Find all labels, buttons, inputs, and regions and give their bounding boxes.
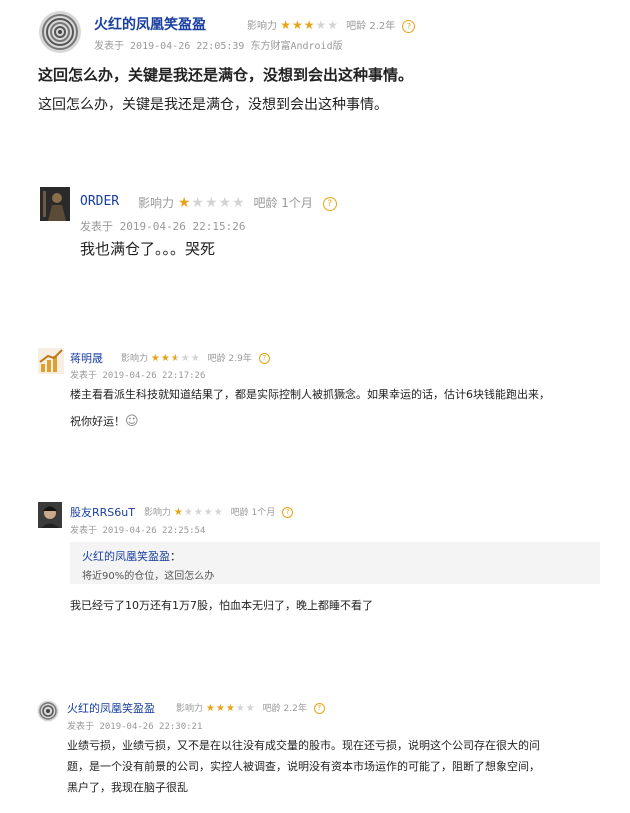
quoted-text: 将近90%的仓位，这回怎么办 <box>82 571 215 582</box>
influence-label: 影响力 <box>121 354 149 364</box>
user-meta: 影响力 ★★★★★ 吧龄 1个月 ? <box>138 194 337 211</box>
user-meta: 影响力 ★★★★★ 吧龄 1个月 ? <box>144 505 294 518</box>
post-date: 发表于 2019-04-26 22:25:54 <box>70 526 206 536</box>
influence-stars: ★★★★★ <box>173 507 224 518</box>
help-icon[interactable]: ? <box>258 353 270 364</box>
user-meta: 影响力 ★★★★★ 吧龄 2.2年 ? <box>176 701 325 714</box>
influence-label: 影响力 <box>176 704 204 714</box>
post-title: 这回怎么办，关键是我还是满仓，没想到会出这种事情。 <box>38 66 414 84</box>
help-icon[interactable]: ? <box>402 19 416 33</box>
sticker-icon: ☺ <box>125 414 139 429</box>
post-body-line: 祝你好运！☺ <box>70 414 139 429</box>
post-1: 火红的凤凰笑盈盈 影响力 ★★★★★ 吧龄 2.2年 ? 发表于 2019-04… <box>0 0 630 120</box>
age-value: 2.2年 <box>283 704 307 714</box>
age-label: 吧龄 <box>253 196 278 210</box>
post-body-line: 业绩亏损，业绩亏损，又不是在以往没有成交量的股市。现在还亏损，说明这个公司存在很… <box>67 739 540 752</box>
spiral-avatar-icon[interactable] <box>37 700 59 722</box>
post-date: 发表于 2019-04-26 22:05:39 东方财富Android版 <box>94 41 343 52</box>
face-avatar-icon[interactable] <box>38 502 62 528</box>
help-icon[interactable]: ? <box>282 507 294 518</box>
post-body: 我已经亏了10万还有1万7股，怕血本无归了，晚上都睡不看了 <box>70 599 373 612</box>
age-value: 2.9年 <box>228 354 252 364</box>
username[interactable]: 股友RRS6uT <box>70 504 135 520</box>
post-body: 我也满仓了。。。哭死 <box>80 240 216 258</box>
post-body-line: 题，是一个没有前景的公司，实控人被调查，说明没有资本市场运作的可能了，阻断了想象… <box>67 760 540 773</box>
post-date: 发表于 2019-04-26 22:30:21 <box>67 722 203 732</box>
quoted-reply: 火红的凤凰笑盈盈： 将近90%的仓位，这回怎么办 <box>70 542 600 584</box>
chart-avatar-icon[interactable] <box>38 348 64 374</box>
spiral-avatar-icon[interactable] <box>38 10 82 54</box>
help-icon[interactable]: ? <box>322 196 337 211</box>
quoted-user[interactable]: 火红的凤凰笑盈盈： <box>82 548 181 564</box>
age-value: 1个月 <box>281 196 313 210</box>
post-3: 蒋明晟 影响力 ★★★★★ 吧龄 2.9年 ? 发表于 2019-04-26 2… <box>0 340 630 440</box>
age-value: 1个月 <box>251 508 276 518</box>
influence-stars: ★★★★★ <box>150 353 201 364</box>
post-body-line: 楼主看看派生科技就知道结果了，都是实际控制人被抓獗念。如果幸运的话，估计6块钱能… <box>70 388 550 401</box>
influence-label: 影响力 <box>144 508 172 518</box>
username[interactable]: 蒋明晟 <box>70 350 103 366</box>
post-2: ORDER 影响力 ★★★★★ 吧龄 1个月 ? 发表于 2019-04-26 … <box>0 180 630 270</box>
influence-label: 影响力 <box>247 21 277 32</box>
age-value: 2.2年 <box>369 21 396 32</box>
post-body: 这回怎么办，关键是我还是满仓，没想到会出这种事情。 <box>38 97 388 113</box>
age-label: 吧龄 <box>230 508 249 518</box>
influence-label: 影响力 <box>138 196 175 210</box>
username[interactable]: ORDER <box>80 194 119 209</box>
post-date: 发表于 2019-04-26 22:17:26 <box>70 371 206 381</box>
influence-stars: ★★★★★ <box>205 703 256 714</box>
user-meta: 影响力 ★★★★★ 吧龄 2.9年 ? <box>121 351 270 364</box>
age-label: 吧龄 <box>262 704 281 714</box>
age-label: 吧龄 <box>207 354 226 364</box>
influence-stars: ★★★★★ <box>280 18 339 32</box>
post-4: 股友RRS6uT 影响力 ★★★★★ 吧龄 1个月 ? 发表于 2019-04-… <box>0 495 630 625</box>
dark-figure-avatar-icon[interactable] <box>40 187 70 221</box>
influence-stars: ★★★★★ <box>177 195 246 211</box>
post-date: 发表于 2019-04-26 22:15:26 <box>80 220 246 233</box>
post-body-line: 黑户了，我现在脑子很乱 <box>67 781 188 794</box>
age-label: 吧龄 <box>346 21 367 32</box>
help-icon[interactable]: ? <box>313 703 325 714</box>
username[interactable]: 火红的凤凰笑盈盈 <box>67 700 155 716</box>
user-meta: 影响力 ★★★★★ 吧龄 2.2年 ? <box>247 17 416 33</box>
username[interactable]: 火红的凤凰笑盈盈 <box>94 14 206 34</box>
post-5: 火红的凤凰笑盈盈 影响力 ★★★★★ 吧龄 2.2年 ? 发表于 2019-04… <box>0 690 630 805</box>
